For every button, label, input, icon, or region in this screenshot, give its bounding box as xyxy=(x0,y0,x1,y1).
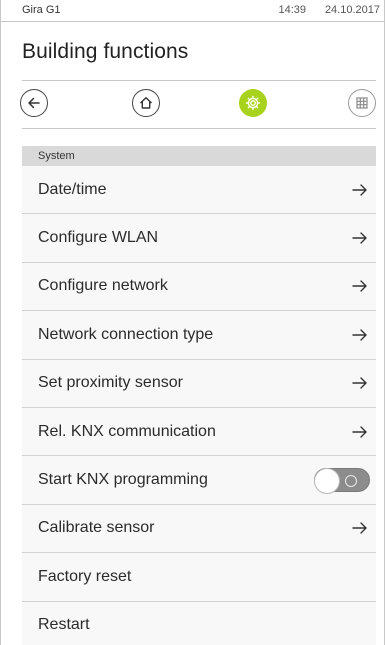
grid-button[interactable] xyxy=(348,89,376,117)
arrow-right-icon xyxy=(352,183,367,196)
arrow-right-icon xyxy=(352,522,367,535)
list-item-restart[interactable]: Restart xyxy=(22,601,376,645)
arrow-left-icon xyxy=(28,97,40,109)
toggle-knob xyxy=(314,468,340,495)
toggle-off-indicator-icon xyxy=(345,475,357,488)
gear-icon xyxy=(245,95,261,111)
toolbar-divider xyxy=(22,128,376,129)
list-item-rel-knx-communication[interactable]: Rel. KNX communication xyxy=(22,407,376,457)
status-time: 14:39 xyxy=(278,4,306,16)
list-item-label: Restart xyxy=(38,616,90,634)
list-item-label: Calibrate sensor xyxy=(38,519,155,537)
device-screen: Gira G1 14:39 24.10.2017 Building functi… xyxy=(0,0,385,645)
list-item-label: Set proximity sensor xyxy=(38,374,183,392)
arrow-right-icon xyxy=(352,280,367,293)
arrow-right-icon xyxy=(352,425,367,438)
toolbar xyxy=(1,86,384,122)
knx-programming-toggle[interactable] xyxy=(314,468,370,495)
list-item-label: Network connection type xyxy=(38,325,214,343)
list-item-label: Configure WLAN xyxy=(38,229,159,247)
list-item-configure-wlan[interactable]: Configure WLAN xyxy=(22,214,376,263)
list-item-label: Factory reset xyxy=(38,567,132,585)
page-title: Building functions xyxy=(22,40,189,63)
arrow-right-icon xyxy=(352,329,367,341)
settings-list: Date/time Configure WLAN Configure netwo… xyxy=(22,166,376,645)
device-name: Gira G1 xyxy=(22,4,61,16)
list-item-label: Date/time xyxy=(38,180,107,198)
list-item-network-connection-type[interactable]: Network connection type xyxy=(22,311,376,360)
list-item-start-knx-programming: Start KNX programming xyxy=(22,456,376,505)
status-bar: Gira G1 14:39 24.10.2017 xyxy=(1,0,384,22)
list-item-factory-reset[interactable]: Factory reset xyxy=(22,553,376,602)
list-item-label: Rel. KNX communication xyxy=(38,422,216,440)
grid-icon xyxy=(356,97,368,109)
list-item-configure-network[interactable]: Configure network xyxy=(22,262,376,312)
status-date: 24.10.2017 xyxy=(324,4,380,16)
home-button[interactable] xyxy=(132,89,160,117)
settings-button[interactable] xyxy=(239,89,267,117)
title-divider xyxy=(22,80,376,81)
list-item-calibrate-sensor[interactable]: Calibrate sensor xyxy=(22,504,376,554)
back-button[interactable] xyxy=(20,89,48,117)
list-item-label: Configure network xyxy=(38,277,168,295)
section-header: System xyxy=(22,146,376,166)
list-item-date-time[interactable]: Date/time xyxy=(22,166,376,215)
house-icon xyxy=(140,97,152,109)
list-item-set-proximity-sensor[interactable]: Set proximity sensor xyxy=(22,359,376,408)
arrow-right-icon xyxy=(352,232,367,244)
list-item-label: Start KNX programming xyxy=(38,471,208,489)
arrow-right-icon xyxy=(352,377,367,389)
